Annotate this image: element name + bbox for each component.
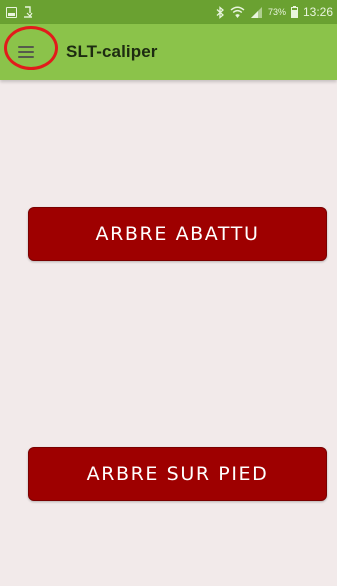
app-title: SLT-caliper (66, 42, 158, 61)
clock: 13:26 (302, 5, 333, 19)
gallery-icon (6, 6, 17, 18)
felled-tree-button[interactable]: ARBRE ABATTU (28, 207, 327, 261)
hamburger-menu-icon[interactable] (18, 46, 34, 58)
bluetooth-icon (216, 5, 224, 19)
status-left (6, 4, 33, 20)
download-icon (24, 6, 33, 18)
status-bar: 73% 13:26 (0, 0, 337, 24)
app-screen: 73% 13:26 SLT-caliper ARBRE ABATTU ARBRE… (0, 0, 337, 586)
app-bar: SLT-caliper (0, 24, 337, 80)
signal-icon (250, 6, 262, 18)
battery-icon (290, 6, 298, 18)
battery-percent: 73% (267, 7, 286, 17)
status-right: 73% 13:26 (216, 3, 333, 21)
wifi-icon (230, 6, 245, 18)
standing-tree-button[interactable]: ARBRE SUR PIED (28, 447, 327, 501)
menu-button[interactable] (4, 34, 48, 70)
